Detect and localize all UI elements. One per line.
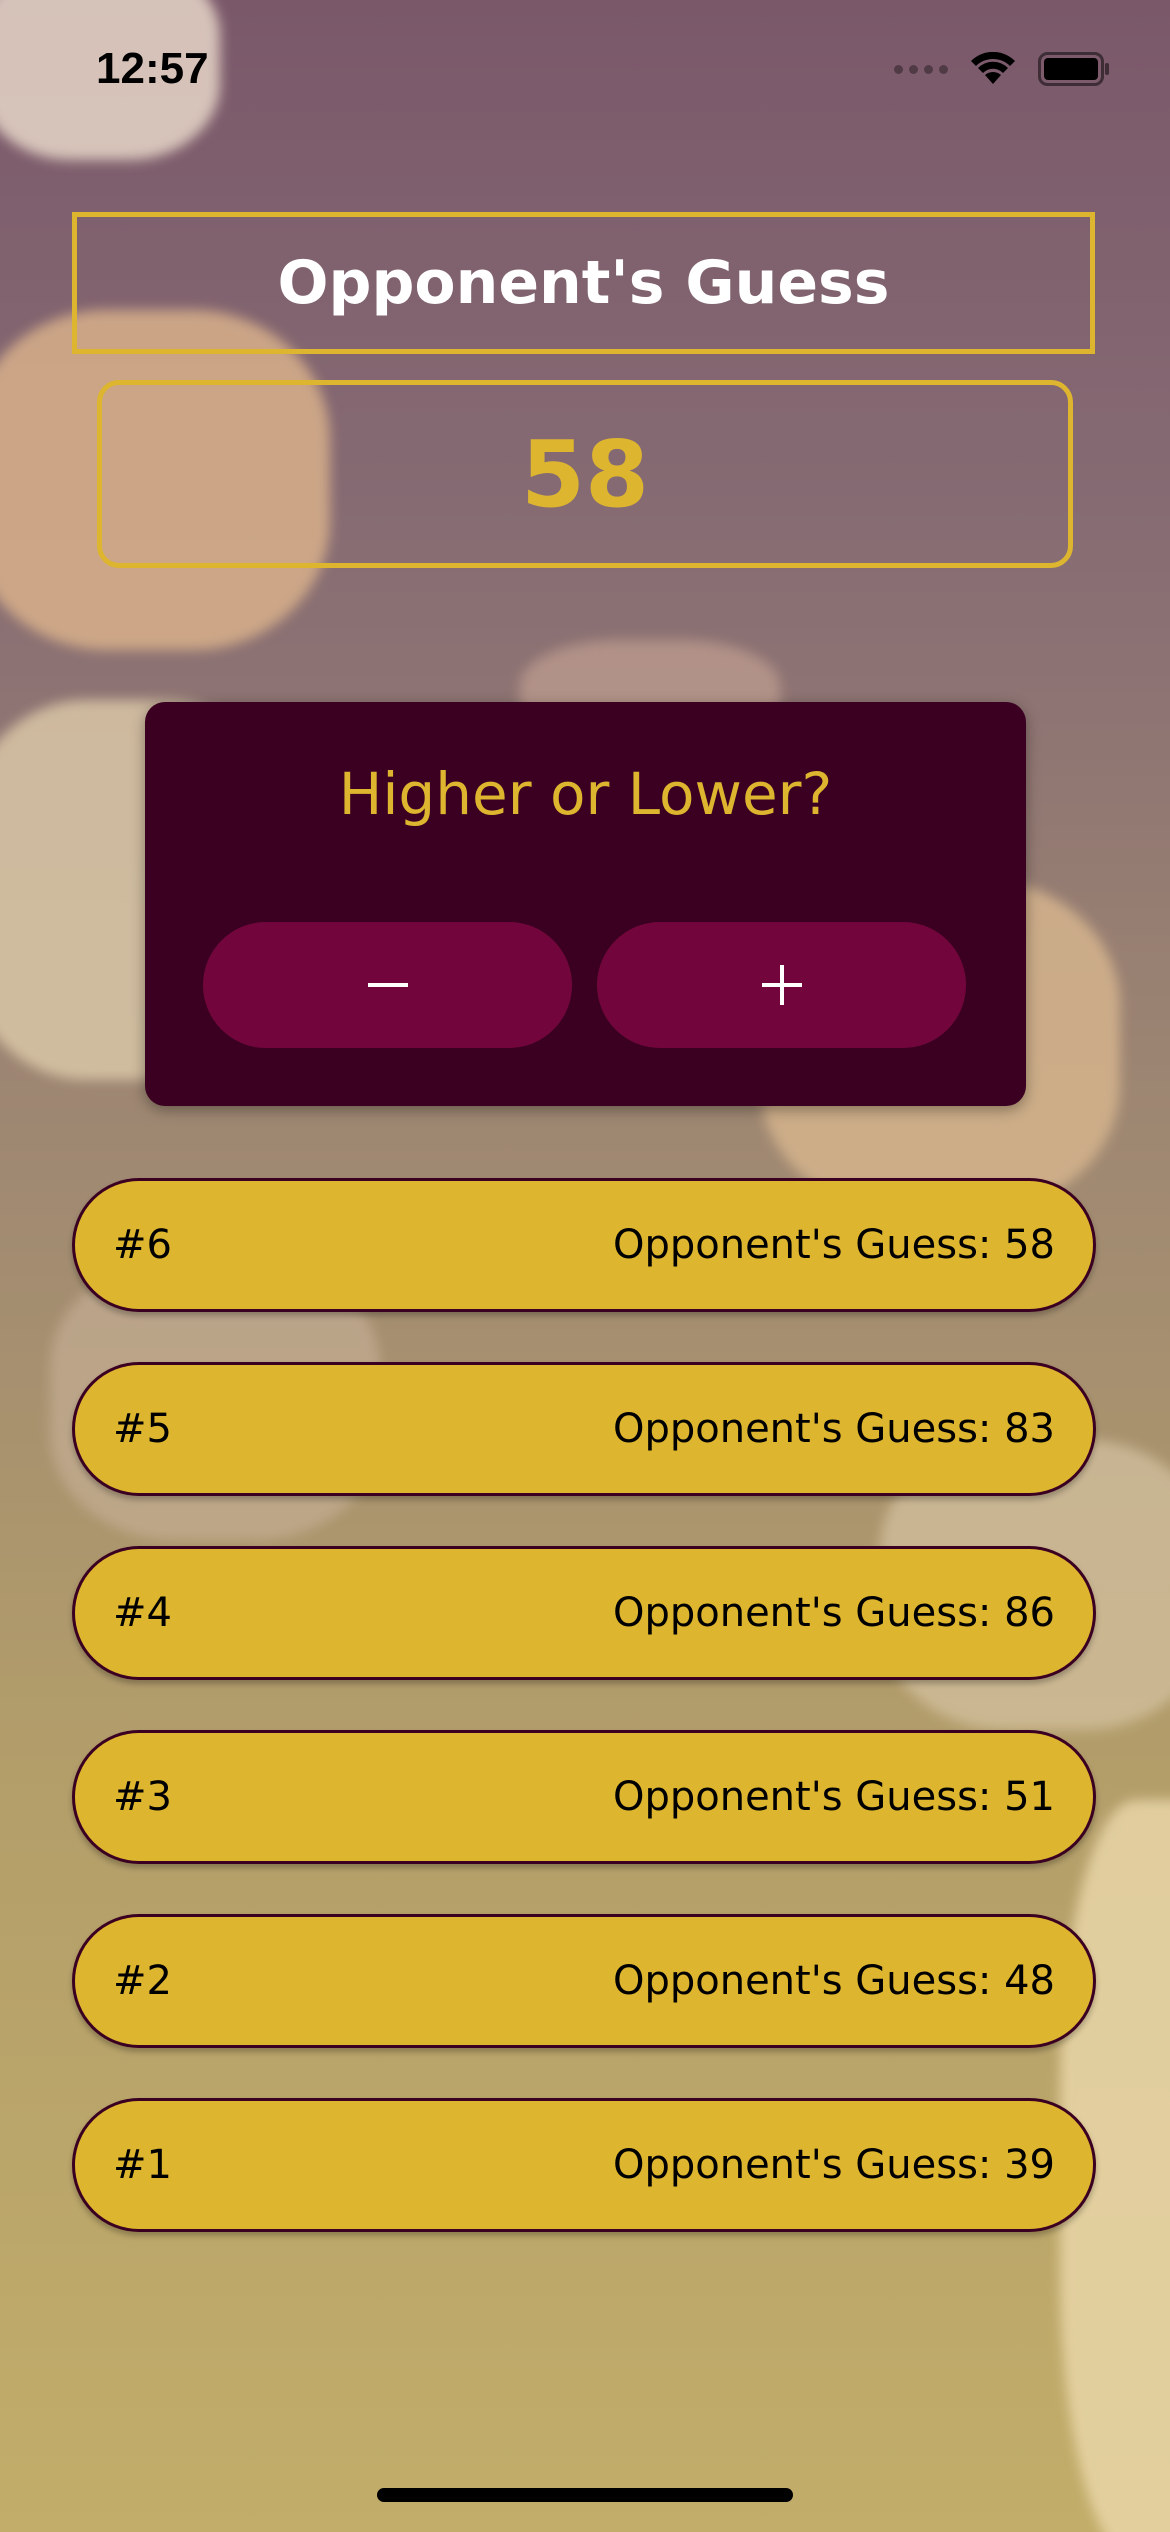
round-guess: Opponent's Guess: 86: [612, 1590, 1055, 1636]
round-number: #1: [113, 2142, 172, 2188]
list-item: #4 Opponent's Guess: 86: [72, 1546, 1096, 1680]
wifi-icon: [971, 52, 1015, 84]
cellular-signal-icon: [894, 64, 948, 74]
plus-icon: [761, 965, 802, 1005]
round-guess: Opponent's Guess: 48: [612, 1958, 1055, 2004]
current-guess-display: 58: [97, 380, 1073, 568]
higher-lower-card: Higher or Lower?: [145, 702, 1026, 1106]
round-guess: Opponent's Guess: 58: [612, 1222, 1055, 1268]
lower-button[interactable]: [203, 922, 572, 1048]
list-item: #5 Opponent's Guess: 83: [72, 1362, 1096, 1496]
page-title: Opponent's Guess: [72, 212, 1095, 354]
round-number: #2: [113, 1958, 172, 2004]
list-item: #1 Opponent's Guess: 39: [72, 2098, 1096, 2232]
round-guess: Opponent's Guess: 51: [612, 1774, 1055, 1820]
home-indicator[interactable]: [377, 2488, 793, 2502]
list-item: #3 Opponent's Guess: 51: [72, 1730, 1096, 1864]
higher-button[interactable]: [597, 922, 966, 1048]
round-number: #6: [113, 1222, 172, 1268]
list-item: #6 Opponent's Guess: 58: [72, 1178, 1096, 1312]
higher-lower-prompt: Higher or Lower?: [338, 760, 833, 828]
minus-icon: [367, 983, 408, 987]
battery-icon: [1038, 52, 1109, 86]
status-icons: [894, 52, 1110, 86]
round-number: #5: [113, 1406, 172, 1452]
round-guess: Opponent's Guess: 83: [612, 1406, 1055, 1452]
round-number: #3: [113, 1774, 172, 1820]
list-item: #2 Opponent's Guess: 48: [72, 1914, 1096, 2048]
round-number: #4: [113, 1590, 172, 1636]
status-time: 12:57: [96, 44, 209, 93]
status-bar: 12:57: [0, 0, 1170, 150]
round-guess: Opponent's Guess: 39: [612, 2142, 1055, 2188]
